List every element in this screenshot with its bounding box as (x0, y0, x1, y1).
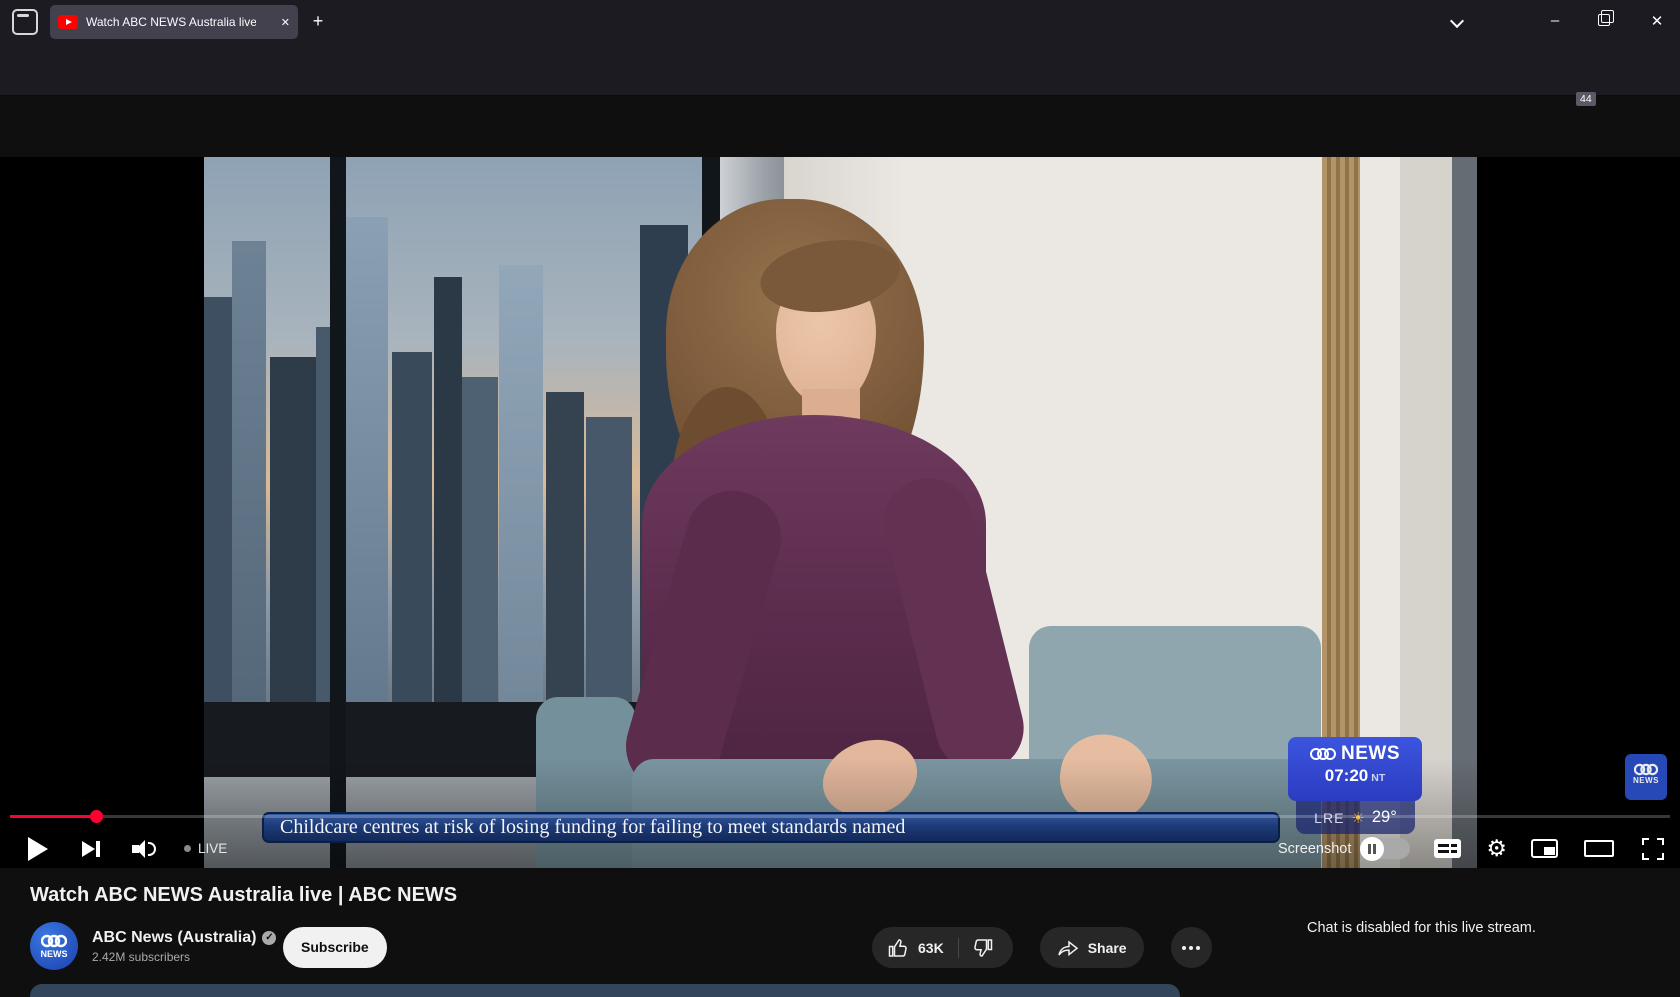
abc-news-word: NEWS (1341, 743, 1400, 765)
channel-watermark[interactable]: NEWS (1625, 754, 1667, 800)
new-tab-button[interactable]: + (304, 8, 332, 36)
thumbs-up-icon (888, 938, 908, 958)
subtitles-icon[interactable] (1434, 839, 1461, 858)
more-actions-button[interactable] (1171, 927, 1212, 968)
abc-logo (41, 933, 67, 949)
like-dislike-pill: 63K (872, 927, 1013, 968)
building (392, 352, 432, 702)
miniplayer-icon[interactable] (1531, 839, 1558, 858)
channel-row: NEWS ABC News (Australia) ✓ 2.42M subscr… (30, 922, 276, 970)
share-arrow-icon (1057, 938, 1079, 957)
watermark-word: NEWS (1625, 776, 1667, 785)
subscriber-count: 2.42M subscribers (92, 950, 276, 964)
channel-avatar-word: NEWS (30, 949, 78, 959)
volume-wave (148, 842, 156, 856)
description-box[interactable] (30, 984, 1180, 997)
bug-time: 07:20 (1325, 766, 1368, 785)
minimize-button[interactable]: – (1540, 12, 1570, 29)
video-frame (204, 157, 1477, 868)
tab-close-icon[interactable]: ✕ (281, 16, 290, 29)
channel-avatar[interactable]: NEWS (30, 922, 78, 970)
chat-disabled-notice: Chat is disabled for this live stream. (1307, 920, 1536, 936)
play-button[interactable] (28, 837, 48, 861)
building (462, 377, 498, 702)
list-tabs-chevron-icon[interactable] (1452, 16, 1462, 26)
building (499, 265, 543, 702)
live-dot-icon (184, 845, 191, 852)
settings-gear-icon[interactable]: ⚙ (1486, 837, 1507, 860)
building (546, 392, 584, 702)
theater-mode-icon[interactable] (1584, 840, 1614, 857)
fullscreen-icon[interactable] (1642, 838, 1664, 860)
building (346, 217, 388, 702)
building (586, 417, 632, 702)
share-label: Share (1088, 940, 1127, 956)
browser-toolbar: ← → www.youtube.com/watch?v=vOTiJkg1voo (0, 44, 1680, 96)
video-player[interactable]: Childcare centres at risk of losing fund… (0, 157, 1680, 868)
share-button[interactable]: Share (1040, 927, 1144, 968)
subscribe-button[interactable]: Subscribe (283, 927, 387, 968)
progress-scrubber[interactable] (90, 810, 103, 823)
tab-bar: Watch ABC NEWS Australia live | ✕ + – ✕ (0, 0, 1680, 44)
video-actions: 63K Share (872, 927, 1212, 968)
channel-meta: ABC News (Australia) ✓ 2.42M subscribers (92, 929, 276, 964)
building (434, 277, 462, 702)
thumbs-down-icon (973, 938, 993, 958)
verified-badge-icon: ✓ (262, 931, 276, 945)
screenshot-label: Screenshot (1278, 841, 1351, 857)
abc-logo (1634, 762, 1658, 777)
tab-youtube[interactable]: Watch ABC NEWS Australia live | ✕ (50, 5, 298, 39)
bug-timezone: NT (1371, 772, 1385, 784)
player-controls-right: Screenshot ⚙ (1278, 829, 1664, 868)
youtube-header: YouTube AU + Create D (0, 96, 1680, 157)
player-controls: LIVE Screenshot ⚙ (0, 829, 1680, 868)
like-button[interactable]: 63K (888, 938, 959, 958)
volume-icon[interactable] (132, 839, 158, 859)
ublock-badge: 44 (1576, 92, 1596, 106)
browser-window: Watch ABC NEWS Australia live | ✕ + – ✕ … (0, 0, 1680, 997)
dislike-button[interactable] (959, 938, 1009, 958)
live-indicator[interactable]: LIVE (184, 841, 227, 856)
progress-bar[interactable] (10, 815, 1670, 818)
progress-fill (10, 815, 96, 818)
building (270, 357, 318, 702)
channel-name[interactable]: ABC News (Australia) (92, 929, 256, 947)
next-button[interactable] (82, 839, 102, 859)
toggle-knob (1360, 837, 1384, 861)
abc-news-bug: NEWS 07:20NT (1288, 737, 1422, 801)
screenshot-toggle[interactable] (1360, 838, 1410, 859)
like-count: 63K (918, 940, 944, 956)
building (232, 241, 266, 702)
firefox-view-icon[interactable] (12, 9, 38, 35)
restore-window-button[interactable] (1598, 14, 1610, 26)
close-window-button[interactable]: ✕ (1642, 12, 1672, 30)
abc-logo (1310, 746, 1336, 762)
tab-title: Watch ABC NEWS Australia live | (86, 15, 256, 29)
video-title: Watch ABC NEWS Australia live | ABC NEWS (30, 884, 457, 907)
live-label: LIVE (198, 841, 227, 856)
youtube-favicon-icon (58, 15, 78, 29)
